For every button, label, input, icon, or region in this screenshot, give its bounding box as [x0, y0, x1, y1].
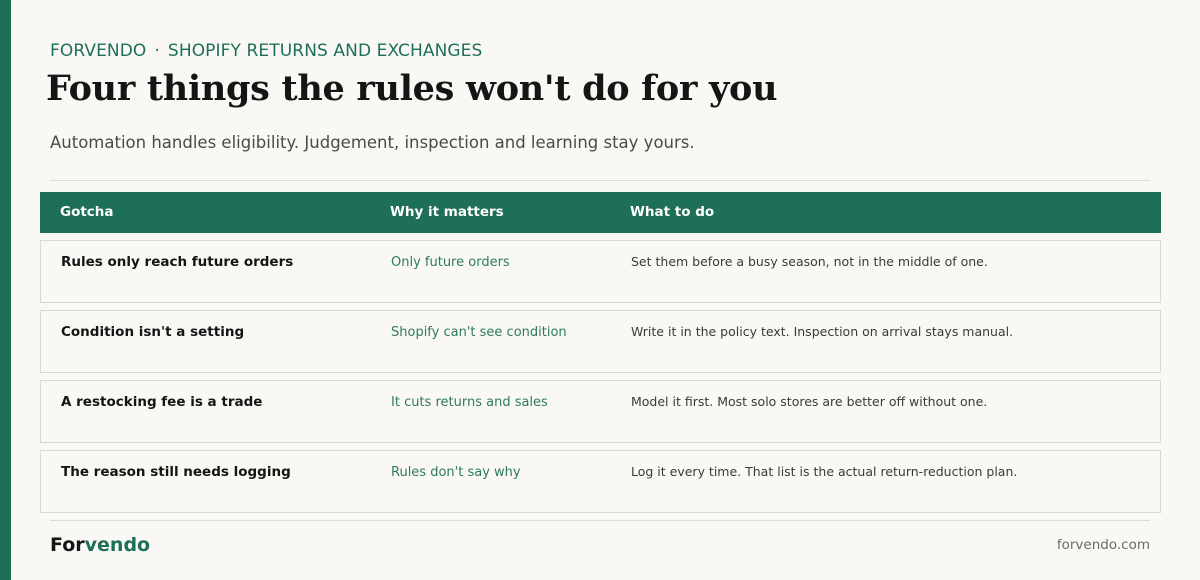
eyebrow-brand: FORVENDO — [50, 41, 147, 61]
table-row: A restocking fee is a trade It cuts retu… — [40, 380, 1161, 443]
logo-part-for: For — [50, 534, 85, 556]
footer-site-url: forvendo.com — [1056, 537, 1150, 553]
cell-todo: Write it in the policy text. Inspection … — [631, 324, 1014, 339]
page-subtitle: Automation handles eligibility. Judgemen… — [50, 133, 695, 152]
eyebrow: FORVENDO · SHOPIFY RETURNS AND EXCHANGES — [50, 41, 482, 61]
eyebrow-section: SHOPIFY RETURNS AND EXCHANGES — [167, 41, 483, 61]
table-row: Condition isn't a setting Shopify can't … — [40, 310, 1161, 373]
page-title: Four things the rules won't do for you — [46, 68, 778, 109]
column-header-gotcha: Gotcha — [60, 204, 114, 220]
cell-gotcha: Rules only reach future orders — [61, 254, 294, 270]
cell-todo: Log it every time. That list is the actu… — [631, 464, 1018, 479]
table-row: Rules only reach future orders Only futu… — [40, 240, 1161, 303]
table-row: The reason still needs logging Rules don… — [40, 450, 1161, 513]
table-header: Gotcha Why it matters What to do — [40, 192, 1161, 233]
cell-gotcha: The reason still needs logging — [61, 464, 291, 480]
cell-why: Only future orders — [391, 255, 510, 270]
cell-gotcha: A restocking fee is a trade — [61, 394, 263, 410]
footer-logo: Forvendo — [50, 534, 150, 556]
divider-top — [50, 180, 1150, 181]
cell-todo: Model it first. Most solo stores are bet… — [631, 394, 988, 409]
column-header-why: Why it matters — [390, 204, 504, 220]
accent-bar — [0, 0, 11, 580]
cell-gotcha: Condition isn't a setting — [61, 324, 245, 340]
cell-todo: Set them before a busy season, not in th… — [631, 254, 988, 269]
cell-why: Shopify can't see condition — [391, 325, 567, 340]
divider-bottom — [50, 520, 1150, 521]
cell-why: Rules don't say why — [391, 465, 521, 480]
column-header-todo: What to do — [630, 204, 715, 220]
logo-part-vendo: vendo — [84, 534, 151, 556]
cell-why: It cuts returns and sales — [391, 395, 548, 410]
eyebrow-separator: · — [154, 41, 160, 61]
